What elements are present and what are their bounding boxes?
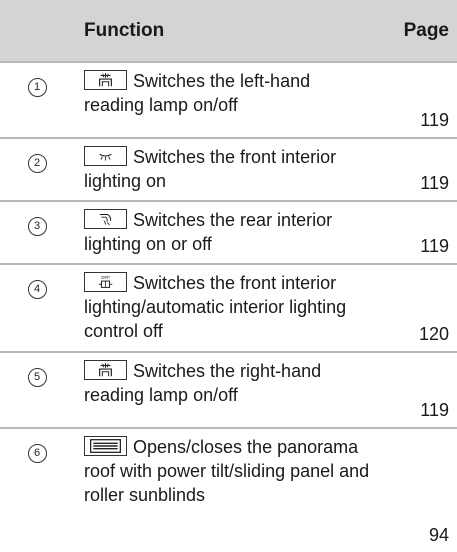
row-page: 94 — [428, 525, 449, 545]
row-number-badge: 6 — [27, 444, 47, 463]
header-function: Function — [74, 0, 381, 62]
table-row: 1 Switches the left-hand reading lamp on… — [0, 62, 457, 138]
table-row: 4 OFF Switches the front interior lighti… — [0, 264, 457, 352]
table-header-row: Function Page — [0, 0, 457, 62]
reading-lamp-icon — [84, 360, 127, 380]
row-page: 119 — [420, 173, 449, 193]
row-number-badge: 2 — [27, 154, 47, 173]
header-page: Page — [381, 0, 457, 62]
function-table: Function Page 1 Switches the left-hand r… — [0, 0, 457, 552]
row-page: 120 — [418, 324, 449, 344]
rear-interior-light-icon — [84, 209, 127, 229]
table-row: 5 Switches the right-hand reading lamp o… — [0, 352, 457, 428]
row-page: 119 — [420, 110, 449, 130]
header-number-column — [0, 0, 74, 62]
reading-lamp-icon — [84, 70, 127, 90]
row-page: 119 — [420, 236, 449, 256]
row-page: 119 — [420, 400, 449, 420]
table-row: 2 Switches the front interior lighting o… — [0, 138, 457, 201]
roller-blind-icon — [84, 436, 127, 456]
interior-light-off-icon: OFF — [84, 272, 127, 292]
row-number-badge: 3 — [27, 217, 47, 236]
row-number-badge: 4 — [27, 280, 47, 299]
row-number-badge: 1 — [27, 78, 47, 97]
interior-light-off-label: OFF — [101, 275, 110, 280]
row-number-badge: 5 — [27, 368, 47, 387]
front-interior-light-icon — [84, 146, 127, 166]
table-row: 3 Switches the rear interior lighting on… — [0, 201, 457, 264]
table-row: 6 Opens/closes the panorama roof with po… — [0, 428, 457, 552]
